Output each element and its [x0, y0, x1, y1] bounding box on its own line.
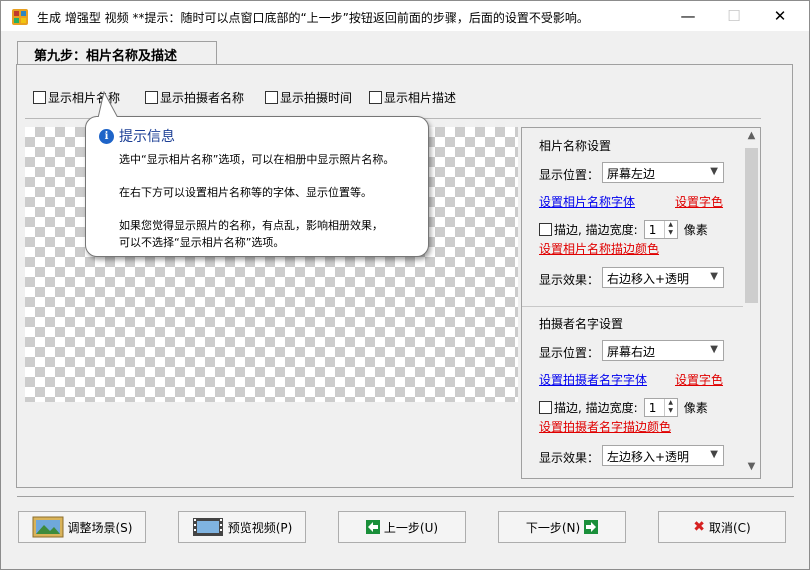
photo-name-font-link[interactable]: 设置相片名称字体	[539, 193, 635, 210]
info-icon: i	[99, 128, 114, 144]
title-bar[interactable]: 生成 增强型 视频 **提示：随时可以点窗口底部的“上一步”按钮返回前面的步骤，…	[1, 1, 809, 32]
select-value: 左边移入+透明	[607, 450, 690, 464]
select-value: 右边移入+透明	[607, 272, 690, 286]
cancel-button[interactable]: ✖ 取消(C)	[658, 511, 786, 543]
border-label: 描边, 描边宽度:	[554, 223, 638, 237]
border-width-stepper[interactable]: 1 ▲ ▼	[643, 398, 678, 417]
settings-content: 相片名称设置 显示位置： 屏幕左边 ▼ 设置相片名称字体 设置字色 描边, 描边…	[522, 128, 743, 478]
maximize-button: ☐	[727, 7, 741, 25]
select-value: 屏幕右边	[607, 345, 656, 359]
chevron-down-icon: ▼	[710, 449, 718, 460]
preview-video-button[interactable]: 预览视频(P)	[178, 511, 306, 543]
scene-icon	[32, 516, 64, 538]
stepper-value: 1	[648, 222, 657, 237]
border-checkbox[interactable]	[539, 401, 552, 414]
tooltip-title-text: 提示信息	[119, 129, 175, 145]
select-value: 屏幕左边	[607, 167, 656, 181]
bottom-divider	[17, 496, 794, 497]
position-label: 显示位置：	[539, 168, 600, 182]
effect-label: 显示效果：	[539, 451, 600, 465]
minimize-button[interactable]: —	[665, 1, 711, 31]
settings-panel: 相片名称设置 显示位置： 屏幕左边 ▼ 设置相片名称字体 设置字色 描边, 描边…	[521, 127, 761, 479]
scroll-thumb[interactable]	[745, 148, 758, 303]
tooltip-pointer	[96, 91, 122, 119]
button-label: 上一步(U)	[383, 520, 439, 535]
photographer-border-color-link[interactable]: 设置拍摄者名字描边颜色	[539, 418, 671, 435]
photographer-color-link[interactable]: 设置字色	[675, 371, 723, 388]
window-title: 生成 增强型 视频 **提示：随时可以点窗口底部的“上一步”按钮返回前面的步骤，…	[37, 11, 589, 25]
settings-scrollbar[interactable]: ▲ ▼	[743, 128, 760, 478]
checkbox-box[interactable]	[369, 91, 382, 104]
checkbox-label: 显示相片描述	[384, 91, 457, 105]
photo-name-border-color-link[interactable]: 设置相片名称描边颜色	[539, 240, 659, 257]
show-photographer-checkbox[interactable]: 显示拍摄者名称	[145, 89, 244, 106]
tooltip-line: 选中“显示相片名称”选项，可以在相册中显示照片名称。	[119, 153, 395, 166]
stepper-value: 1	[648, 400, 657, 415]
next-step-button[interactable]: 下一步(N)	[498, 511, 626, 543]
photo-name-position-select[interactable]: 屏幕左边 ▼	[602, 162, 724, 183]
chevron-down-icon: ▼	[710, 344, 718, 355]
border-unit: 像素	[683, 401, 708, 415]
border-checkbox[interactable]	[539, 223, 552, 236]
checkbox-box[interactable]	[145, 91, 158, 104]
show-shoot-time-checkbox[interactable]: 显示拍摄时间	[265, 89, 352, 106]
checkbox-label: 显示拍摄者名称	[160, 91, 245, 105]
button-label: 下一步(N)	[525, 520, 581, 535]
photo-name-border-row: 描边, 描边宽度: 1 ▲ ▼ 像素	[539, 220, 708, 239]
button-label: 调整场景(S)	[67, 520, 133, 535]
border-width-stepper[interactable]: 1 ▲ ▼	[643, 220, 678, 239]
app-icon	[11, 8, 29, 26]
photographer-settings-title: 拍摄者名字设置	[539, 317, 624, 331]
button-label: 取消(C)	[708, 520, 751, 535]
tooltip-line: 在右下方可以设置相片名称等的字体、显示位置等。	[119, 186, 372, 199]
photographer-effect-select[interactable]: 左边移入+透明 ▼	[602, 445, 724, 466]
arrow-left-icon	[365, 520, 380, 534]
photographer-font-link[interactable]: 设置拍摄者名字字体	[539, 371, 647, 388]
tooltip-title: i 提示信息	[99, 126, 175, 146]
stepper-arrows-icon[interactable]: ▲ ▼	[663, 399, 677, 416]
tooltip-line: 可以不选择“显示相片名称”选项。	[119, 236, 285, 249]
checkbox-box[interactable]	[265, 91, 278, 104]
arrow-right-icon	[584, 520, 599, 534]
button-label: 预览视频(P)	[227, 520, 293, 535]
scroll-down-icon[interactable]: ▼	[743, 461, 760, 478]
stepper-arrows-icon[interactable]: ▲ ▼	[663, 221, 677, 238]
main-window: 生成 增强型 视频 **提示：随时可以点窗口底部的“上一步”按钮返回前面的步骤，…	[0, 0, 810, 570]
close-button[interactable]: ✕	[757, 1, 803, 31]
show-photo-desc-checkbox[interactable]: 显示相片描述	[369, 89, 456, 106]
effect-label: 显示效果：	[539, 273, 600, 287]
film-icon	[192, 516, 224, 538]
group-separator	[522, 306, 743, 307]
position-label: 显示位置：	[539, 346, 600, 360]
photo-name-color-link[interactable]: 设置字色	[675, 193, 723, 210]
tooltip-balloon: i 提示信息 选中“显示相片名称”选项，可以在相册中显示照片名称。 在右下方可以…	[85, 91, 429, 257]
photographer-border-row: 描边, 描边宽度: 1 ▲ ▼ 像素	[539, 398, 708, 417]
photo-name-effect-select[interactable]: 右边移入+透明 ▼	[602, 267, 724, 288]
checkbox-box[interactable]	[33, 91, 46, 104]
scroll-up-icon[interactable]: ▲	[743, 130, 760, 147]
prev-step-button[interactable]: 上一步(U)	[338, 511, 466, 543]
adjust-scene-button[interactable]: 调整场景(S)	[18, 511, 146, 543]
chevron-down-icon: ▼	[710, 271, 718, 282]
photographer-position-select[interactable]: 屏幕右边 ▼	[602, 340, 724, 361]
chevron-down-icon: ▼	[710, 166, 718, 177]
photo-name-settings-title: 相片名称设置	[539, 139, 612, 153]
tooltip-line: 如果您觉得显示照片的名称，有点乱，影响相册效果，	[119, 219, 383, 232]
checkbox-label: 显示拍摄时间	[280, 91, 353, 105]
border-unit: 像素	[683, 223, 708, 237]
step-tab: 第九步：相片名称及描述	[17, 41, 217, 65]
cancel-x-icon: ✖	[693, 519, 705, 535]
border-label: 描边, 描边宽度:	[554, 401, 638, 415]
